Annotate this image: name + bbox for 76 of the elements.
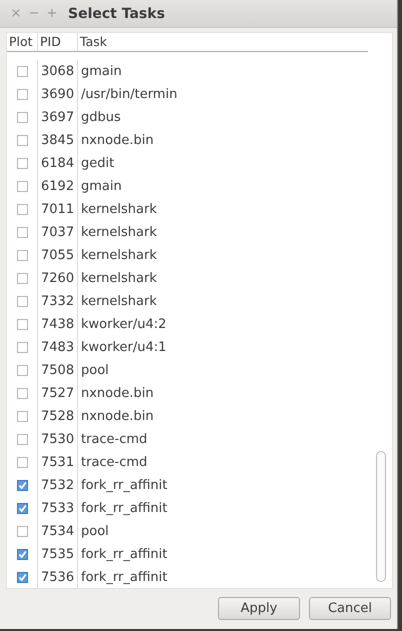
checkbox[interactable] bbox=[16, 227, 28, 238]
checkbox[interactable] bbox=[16, 572, 28, 583]
checkbox[interactable] bbox=[16, 434, 28, 445]
pid-cell: 7055 bbox=[41, 248, 74, 263]
window-title: Select Tasks bbox=[68, 6, 165, 22]
task-cell: fork_rr_affinit bbox=[81, 501, 168, 516]
pid-cell: 7260 bbox=[41, 271, 74, 286]
task-cell: kworker/u4:2 bbox=[81, 317, 166, 332]
task-cell: trace-cmd bbox=[81, 455, 148, 470]
task-cell: kworker/u4:1 bbox=[81, 340, 166, 355]
pid-cell: 6184 bbox=[41, 156, 74, 171]
column-header[interactable]: Task bbox=[78, 33, 368, 51]
checkbox[interactable] bbox=[16, 112, 28, 123]
pid-cell: 7528 bbox=[41, 409, 74, 424]
pid-cell: 7535 bbox=[41, 547, 74, 562]
checkbox[interactable] bbox=[16, 181, 28, 192]
pid-cell: 7531 bbox=[41, 455, 74, 470]
checkbox[interactable] bbox=[16, 250, 28, 261]
task-cell: pool bbox=[81, 363, 109, 378]
pid-cell: 3697 bbox=[41, 110, 74, 125]
task-cell: kernelshark bbox=[81, 294, 157, 309]
pid-cell: 7438 bbox=[41, 317, 74, 332]
pid-cell: 3068 bbox=[41, 64, 74, 79]
pid-cell: 7527 bbox=[41, 386, 74, 401]
task-cell: kernelshark bbox=[81, 225, 157, 240]
dialog-button[interactable]: Apply bbox=[218, 597, 300, 620]
checkbox[interactable] bbox=[16, 89, 28, 100]
task-cell: kernelshark bbox=[81, 248, 157, 263]
task-cell: /usr/bin/termin bbox=[81, 87, 178, 102]
pid-cell: 7037 bbox=[41, 225, 74, 240]
checkbox[interactable] bbox=[16, 388, 28, 399]
task-cell: nxnode.bin bbox=[81, 133, 154, 148]
checkbox[interactable] bbox=[16, 503, 28, 514]
scrollbar-thumb[interactable] bbox=[376, 451, 386, 582]
checkbox[interactable] bbox=[16, 135, 28, 146]
task-cell: fork_rr_affinit bbox=[81, 478, 168, 493]
checkbox[interactable] bbox=[16, 66, 28, 77]
checkbox[interactable] bbox=[16, 342, 28, 353]
pid-cell: 7483 bbox=[41, 340, 74, 355]
pid-cell: 3690 bbox=[41, 87, 74, 102]
pid-cell: 7508 bbox=[41, 363, 74, 378]
pid-cell: 7536 bbox=[41, 570, 74, 585]
checkbox[interactable] bbox=[16, 296, 28, 307]
checkbox[interactable] bbox=[16, 365, 28, 376]
task-cell: fork_rr_affinit bbox=[81, 547, 168, 562]
checkbox[interactable] bbox=[16, 273, 28, 284]
checkbox[interactable] bbox=[16, 319, 28, 330]
pid-cell: 7532 bbox=[41, 478, 74, 493]
checkbox[interactable] bbox=[16, 526, 28, 537]
pid-cell: 7332 bbox=[41, 294, 74, 309]
checkbox[interactable] bbox=[16, 480, 28, 491]
dialog-button[interactable]: Cancel bbox=[309, 597, 391, 620]
pid-cell: 3845 bbox=[41, 133, 74, 148]
checkbox[interactable] bbox=[16, 457, 28, 468]
pid-cell: 7011 bbox=[41, 202, 74, 217]
pid-cell: 7533 bbox=[41, 501, 74, 516]
task-cell: gmain bbox=[81, 179, 122, 194]
task-cell: gdbus bbox=[81, 110, 121, 125]
task-cell: trace-cmd bbox=[81, 432, 148, 447]
task-cell: kernelshark bbox=[81, 202, 157, 217]
column-header[interactable]: PID bbox=[38, 33, 78, 51]
task-cell: nxnode.bin bbox=[81, 409, 154, 424]
task-cell: pool bbox=[81, 524, 109, 539]
pid-cell: 7530 bbox=[41, 432, 74, 447]
task-cell: kernelshark bbox=[81, 271, 157, 286]
task-cell: nxnode.bin bbox=[81, 386, 154, 401]
checkbox[interactable] bbox=[16, 411, 28, 422]
checkbox[interactable] bbox=[16, 549, 28, 560]
task-cell: fork_rr_affinit bbox=[81, 570, 168, 585]
task-cell: gedit bbox=[81, 156, 114, 171]
pid-cell: 6192 bbox=[41, 179, 74, 194]
checkbox[interactable] bbox=[16, 204, 28, 215]
pid-cell: 7534 bbox=[41, 524, 74, 539]
task-cell: gmain bbox=[81, 64, 122, 79]
column-header[interactable]: Plot bbox=[7, 33, 38, 51]
checkbox[interactable] bbox=[16, 158, 28, 169]
